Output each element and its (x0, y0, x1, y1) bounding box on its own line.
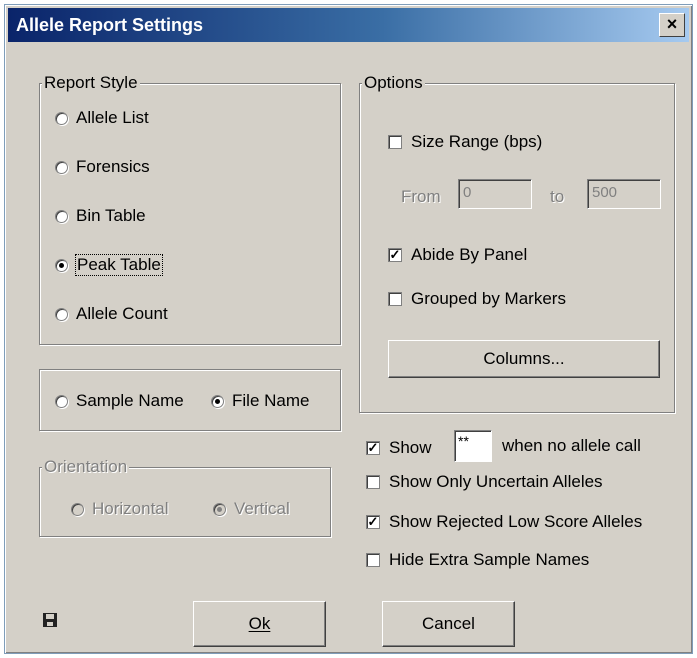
checkbox[interactable]: ✓ (366, 441, 380, 455)
hide-extra-sample-names-checkbox[interactable]: Hide Extra Sample Names (366, 550, 589, 570)
checkbox-label: Size Range (bps) (411, 132, 543, 151)
radio-label: Sample Name (76, 391, 184, 410)
cancel-label: Cancel (422, 614, 475, 633)
cancel-button[interactable]: Cancel (382, 601, 515, 647)
checkbox[interactable]: ✓ (366, 515, 380, 529)
radio-forensics[interactable]: Forensics (55, 157, 150, 177)
from-input[interactable]: 0 (458, 179, 532, 209)
title-bar: Allele Report Settings × (8, 8, 689, 42)
checkbox-label: Grouped by Markers (411, 289, 566, 308)
radio-button[interactable] (55, 394, 68, 408)
checkbox-label: Hide Extra Sample Names (389, 550, 590, 569)
show-checkbox[interactable]: ✓ Show (366, 438, 432, 458)
radio-file-name[interactable]: File Name (211, 391, 309, 411)
close-button[interactable]: × (659, 13, 685, 37)
checkbox[interactable] (366, 475, 380, 489)
show-only-uncertain-checkbox[interactable]: Show Only Uncertain Alleles (366, 472, 603, 492)
radio-label: Allele Count (76, 304, 168, 323)
grouped-by-markers-checkbox[interactable]: Grouped by Markers (388, 289, 566, 309)
radio-label: File Name (232, 391, 310, 410)
window-title: Allele Report Settings (16, 15, 204, 35)
radio-bin-table[interactable]: Bin Table (55, 206, 146, 226)
floppy-disk-icon[interactable] (43, 613, 57, 627)
size-range-checkbox[interactable]: Size Range (bps) (388, 132, 542, 152)
checkbox[interactable] (388, 292, 402, 306)
radio-allele-list[interactable]: Allele List (55, 108, 149, 128)
no-call-symbol-input[interactable]: ** (454, 430, 492, 462)
to-input[interactable]: 500 (587, 179, 661, 209)
radio-button[interactable] (55, 307, 68, 321)
checkbox[interactable] (388, 135, 402, 149)
orientation-group: Orientation (39, 457, 331, 537)
columns-button[interactable]: Columns... (388, 340, 660, 378)
checkbox-label: Abide By Panel (411, 245, 528, 264)
from-label: From (401, 187, 441, 206)
radio-button[interactable] (55, 160, 68, 174)
abide-by-panel-checkbox[interactable]: ✓ Abide By Panel (388, 245, 527, 265)
show-rejected-checkbox[interactable]: ✓ Show Rejected Low Score Alleles (366, 512, 642, 532)
radio-button[interactable] (211, 394, 224, 408)
radio-vertical[interactable]: Vertical (213, 499, 290, 519)
show-suffix-label: when no allele call (502, 436, 641, 455)
ok-label: Ok (248, 614, 271, 633)
radio-label: Bin Table (76, 206, 146, 225)
radio-label: Forensics (76, 157, 150, 176)
checkbox[interactable]: ✓ (388, 248, 402, 262)
radio-label: Horizontal (92, 499, 169, 518)
radio-button[interactable] (55, 111, 68, 125)
radio-button[interactable] (55, 209, 68, 223)
radio-peak-table[interactable]: Peak Table (55, 254, 163, 276)
radio-label: Vertical (234, 499, 290, 518)
radio-label: Peak Table (75, 254, 163, 276)
allele-report-settings-dialog: Allele Report Settings × Report Style Al… (4, 4, 693, 654)
ok-button[interactable]: Ok (193, 601, 326, 647)
orientation-legend: Orientation (42, 457, 130, 477)
radio-button[interactable] (213, 502, 226, 516)
radio-horizontal[interactable]: Horizontal (71, 499, 169, 519)
checkbox[interactable] (366, 553, 380, 567)
options-legend: Options (362, 73, 425, 93)
radio-allele-count[interactable]: Allele Count (55, 304, 168, 324)
checkbox-label: Show Rejected Low Score Alleles (389, 512, 643, 531)
radio-button[interactable] (71, 502, 84, 516)
checkbox-label: Show Only Uncertain Alleles (389, 472, 603, 491)
report-style-legend: Report Style (42, 73, 140, 93)
radio-sample-name[interactable]: Sample Name (55, 391, 184, 411)
radio-label: Allele List (76, 108, 149, 127)
checkbox-label: Show (389, 438, 432, 457)
radio-button[interactable] (55, 258, 68, 272)
to-label: to (550, 187, 565, 206)
